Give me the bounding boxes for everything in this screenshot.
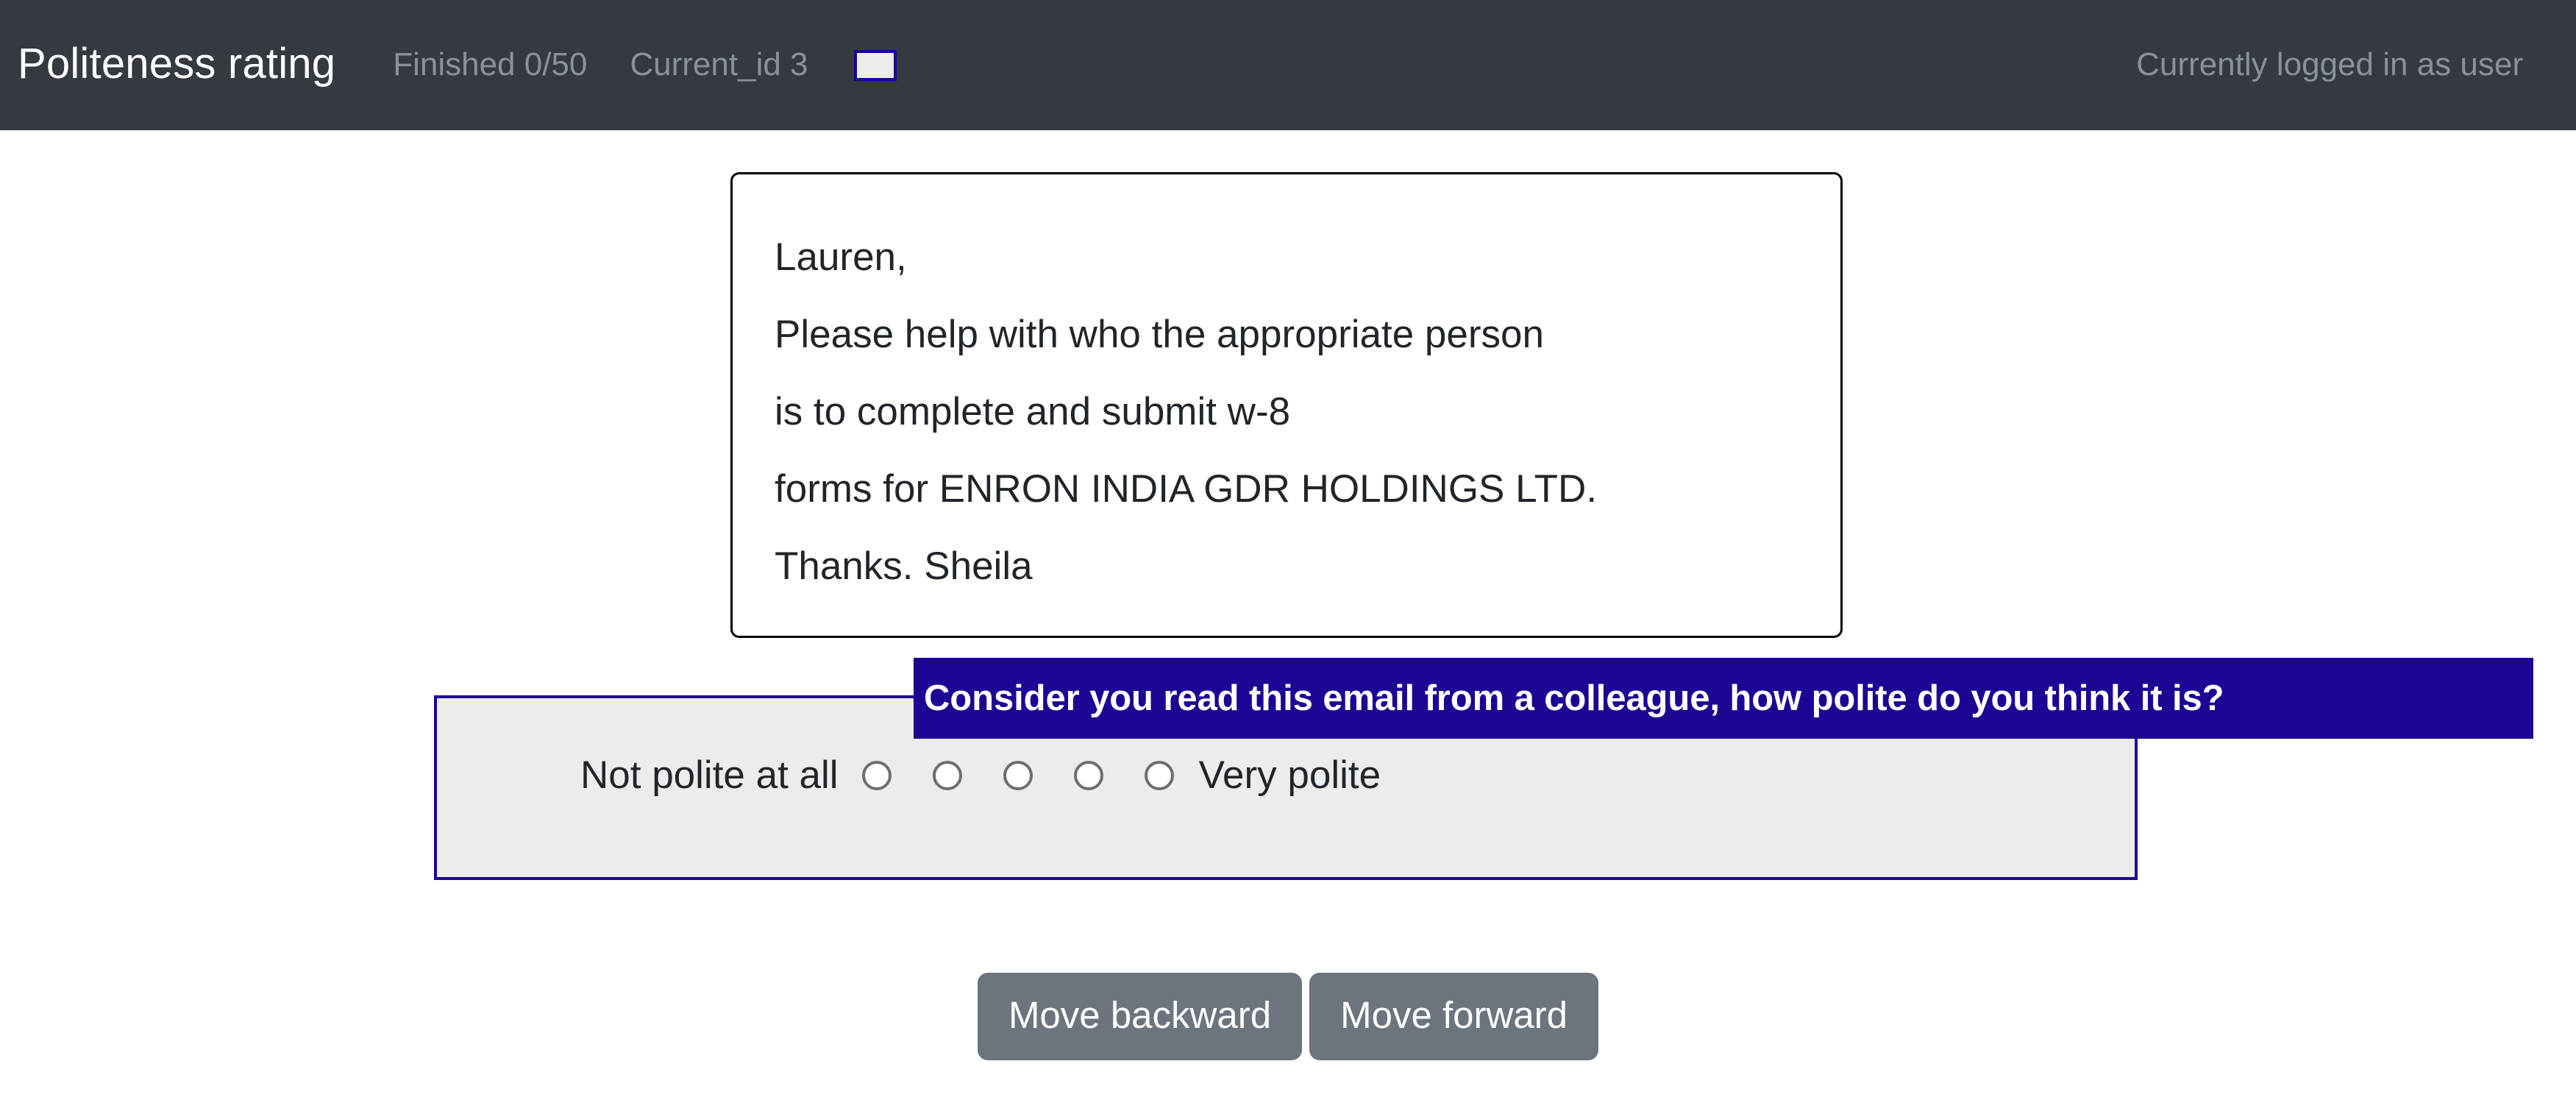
- finished-counter: Finished 0/50: [393, 46, 588, 82]
- email-line: Thanks. Sheila: [775, 544, 1033, 588]
- politeness-rating-scale: Not polite at all Very polite: [580, 756, 1381, 795]
- app-title[interactable]: Politeness rating: [18, 42, 335, 88]
- email-line: forms for ENRON INDIA GDR HOLDINGS LTD.: [775, 467, 1598, 511]
- email-line: is to complete and submit w-8: [775, 390, 1291, 433]
- current-id-label: Current_id 3: [630, 46, 808, 82]
- scale-high-label: Very polite: [1198, 753, 1381, 797]
- politeness-radio-1[interactable]: [861, 760, 892, 790]
- politeness-radio-3[interactable]: [1003, 760, 1033, 790]
- email-line: Please help with who the appropriate per…: [775, 313, 1544, 356]
- move-backward-button[interactable]: Move backward: [977, 973, 1303, 1060]
- question-legend: Consider you read this email from a coll…: [914, 658, 2533, 739]
- top-navbar: Politeness rating Finished 0/50 Current_…: [0, 0, 2576, 130]
- politeness-radio-4[interactable]: [1073, 760, 1103, 790]
- politeness-radio-2[interactable]: [932, 760, 962, 790]
- politeness-radio-5[interactable]: [1144, 760, 1174, 790]
- politeness-question-fieldset: Consider you read this email from a coll…: [434, 658, 2533, 880]
- current-id-input[interactable]: [853, 49, 897, 81]
- email-card: Lauren, Please help with who the appropr…: [730, 172, 1843, 638]
- email-line: Lauren,: [775, 235, 907, 279]
- navigation-button-row: Move backward Move forward: [0, 973, 2576, 1060]
- scale-low-label: Not polite at all: [580, 753, 839, 797]
- move-forward-button[interactable]: Move forward: [1309, 973, 1599, 1060]
- logged-in-status: Currently logged in as user: [2136, 46, 2523, 82]
